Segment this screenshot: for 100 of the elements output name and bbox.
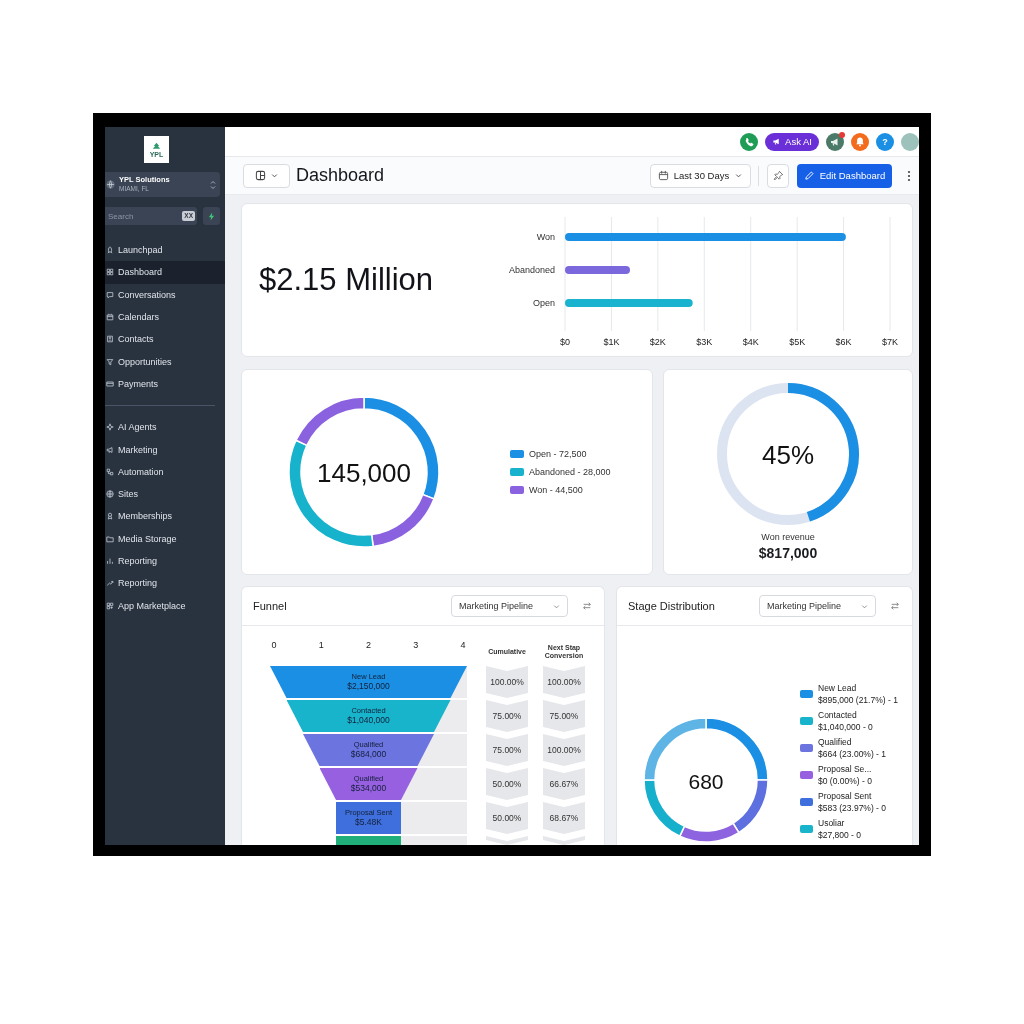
revenue-total: $2.15 Million	[259, 262, 434, 298]
legend-detail: $664 (23.00%) - 1	[818, 748, 887, 760]
panel-title: Stage Distribution	[628, 600, 715, 612]
won-revenue-value: $817,000	[758, 545, 818, 561]
pin-icon	[772, 170, 784, 181]
legend-detail: $583 (23.97%) - 0	[818, 802, 887, 814]
layout-icon	[254, 170, 266, 181]
megaphone-icon[interactable]	[826, 132, 844, 151]
stage-value: $1,040,000	[347, 715, 390, 726]
calendar-icon	[657, 170, 669, 181]
axis-tick-label: $0	[560, 337, 570, 347]
megaphone-icon	[106, 445, 114, 454]
nav-item[interactable]: Opportunities	[105, 350, 225, 373]
stage-value: $5.48K	[355, 817, 382, 828]
rocket-icon	[106, 246, 114, 255]
nav-item[interactable]: Calendars	[105, 305, 225, 329]
avatar-icon[interactable]	[901, 132, 919, 151]
globe-icon	[106, 180, 115, 189]
pipeline-select[interactable]: Marketing Pipeline	[759, 595, 876, 617]
nav-item[interactable]: Memberships	[105, 505, 225, 528]
legend-label: New Lead	[818, 682, 858, 694]
nav-item[interactable]: App Marketplace	[105, 594, 225, 617]
bolt-icon	[208, 211, 215, 221]
legend-label: Proposal Sent	[818, 790, 873, 802]
axis-tick-label: $6K	[835, 337, 852, 347]
date-range-dropdown[interactable]: Last 30 Days	[650, 163, 751, 188]
bell-icon[interactable]	[851, 132, 869, 151]
nav-item[interactable]: Reporting	[105, 572, 225, 595]
workflow-icon	[106, 467, 114, 476]
page-title: Dashboard	[296, 165, 385, 186]
phone-icon[interactable]	[740, 132, 759, 151]
bar-chart-icon	[106, 557, 114, 565]
nav-item[interactable]: Dashboard	[105, 261, 225, 284]
conversion-cell: 66.67%	[543, 768, 585, 800]
chevron-updown-icon	[210, 179, 216, 190]
legend-detail: $1,040,000 - 0	[818, 721, 873, 733]
globe-icon	[106, 490, 114, 499]
axis-tick-label: 3	[412, 639, 420, 652]
axis-tick-label: 1	[317, 639, 325, 652]
cumulative-cell: 50.00%	[486, 768, 528, 800]
caret-icon	[269, 171, 279, 180]
category-label: Open	[532, 298, 555, 308]
nav-item[interactable]: Automation	[105, 460, 225, 483]
legend-label: Proposal Se...	[818, 763, 872, 775]
legend-label: Open - 72,500	[529, 449, 587, 459]
legend-detail: $895,000 (21.7%) - 1	[818, 694, 898, 706]
cumulative-cell: 50.00%	[486, 802, 528, 834]
nav-item[interactable]: Launchpad	[105, 239, 225, 262]
trend-icon	[106, 579, 114, 588]
nav-item[interactable]: Reporting	[105, 549, 225, 573]
nav-item[interactable]: Payments	[105, 372, 225, 396]
nav-item[interactable]: Conversations	[105, 283, 225, 306]
legend-detail: $0 (0.00%) - 0	[818, 775, 872, 787]
ask-ai-button[interactable]: Ask AI	[765, 132, 819, 151]
donut-total-value: 145,000	[317, 458, 411, 488]
nav-item[interactable]: Marketing	[105, 438, 225, 461]
legend-label: Won - 44,500	[529, 485, 583, 495]
conversion-cell: 100.00%	[543, 734, 585, 766]
caret-icon	[734, 171, 744, 180]
kebab-menu-icon[interactable]	[907, 169, 911, 182]
category-label: Won	[536, 232, 555, 242]
conversion-cell: 68.67%	[543, 802, 585, 834]
tree-icon	[151, 141, 162, 150]
swap-arrows-icon[interactable]	[582, 601, 592, 611]
percent-value: 45%	[762, 440, 814, 470]
nav-item[interactable]: Sites	[105, 482, 225, 506]
axis-tick-label: 2	[365, 639, 372, 652]
caption-label: Won revenue	[761, 532, 815, 542]
panel-title: Funnel	[253, 600, 287, 612]
conversion-cell: 75.00%	[543, 700, 585, 732]
axis-tick-label: $4K	[742, 337, 759, 347]
axis-tick-label: 4	[459, 639, 467, 652]
pencil-icon	[803, 170, 815, 181]
pipeline-select[interactable]: Marketing Pipeline	[451, 595, 568, 617]
nav-item[interactable]: Media Storage	[105, 527, 225, 550]
cumulative-cell: 75.00%	[486, 734, 528, 766]
swap-arrows-icon[interactable]	[890, 601, 900, 611]
donut-total-value: 680	[688, 769, 724, 793]
cumulative-cell: 100.00%	[486, 666, 528, 698]
megaphone-icon	[772, 137, 782, 146]
apps-icon	[106, 601, 114, 610]
axis-tick-label: $2K	[649, 337, 666, 347]
edit-dashboard-button[interactable]: Edit Dashboard	[797, 163, 892, 188]
calendar-icon	[106, 313, 114, 322]
quick-action-button[interactable]	[203, 207, 220, 225]
cumulative-cell: 75.00%	[486, 700, 528, 732]
stage-value: $2,150,000	[347, 681, 390, 692]
legend-label: Contacted	[818, 709, 858, 721]
grid-icon	[106, 268, 114, 277]
filter-icon	[106, 357, 114, 366]
axis-tick-label: $3K	[696, 337, 713, 347]
pin-button[interactable]	[767, 163, 789, 188]
axis-tick-label: 0	[270, 639, 278, 652]
conversion-cell: 100.00%	[543, 666, 585, 698]
legend-detail: $27,800 - 0	[818, 829, 861, 841]
layout-switcher-button[interactable]	[243, 163, 290, 188]
credit-card-icon	[106, 379, 114, 388]
axis-tick-label: $7K	[882, 337, 898, 347]
nav-item[interactable]: AI Agents	[105, 416, 225, 439]
nav-item[interactable]: Contacts	[105, 328, 225, 351]
